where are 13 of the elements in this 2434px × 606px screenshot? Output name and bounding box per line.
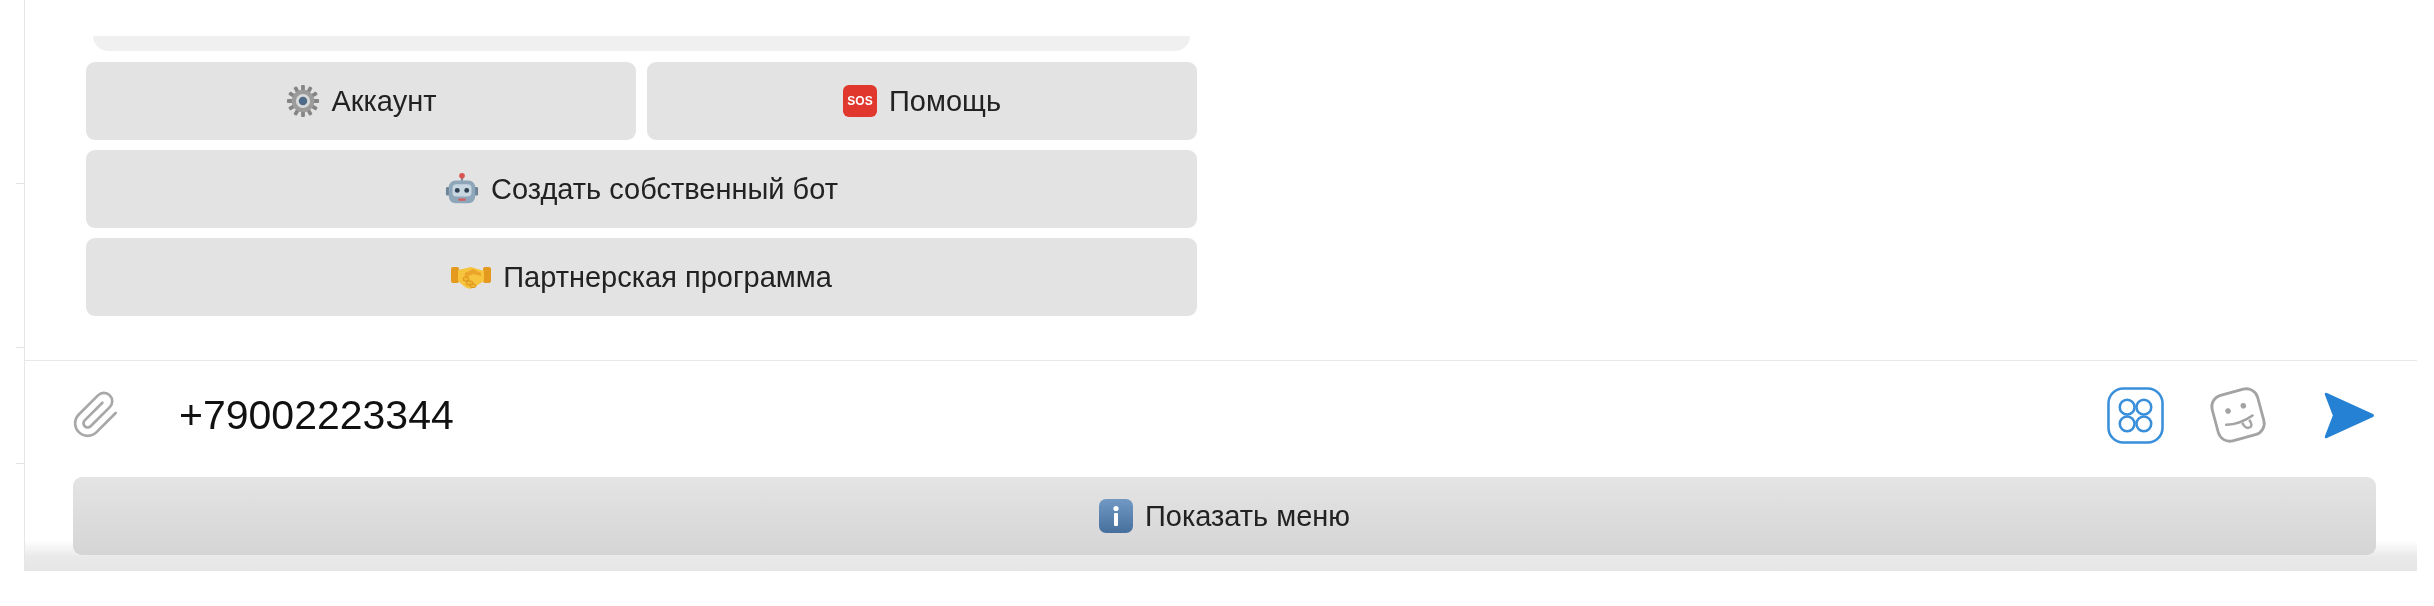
send-icon[interactable] <box>2322 390 2375 440</box>
keyboard-button[interactable]: Аккаунт <box>86 62 636 140</box>
gear-icon <box>285 84 320 118</box>
info-icon <box>1098 499 1133 533</box>
menu-button[interactable]: Показать меню <box>73 477 2376 555</box>
robot-icon <box>445 172 479 206</box>
grid-icon[interactable] <box>2107 386 2164 444</box>
smiley-icon[interactable] <box>2208 385 2268 445</box>
keyboard-button[interactable]: SOS Помощь <box>647 62 1197 140</box>
message-input[interactable]: +79002223344 <box>179 387 2083 443</box>
keyboard-button[interactable]: Создать собственный бот <box>86 150 1197 228</box>
sos-icon: SOS <box>843 85 877 117</box>
keyboard-button[interactable]: Партнерская программа <box>86 238 1197 316</box>
